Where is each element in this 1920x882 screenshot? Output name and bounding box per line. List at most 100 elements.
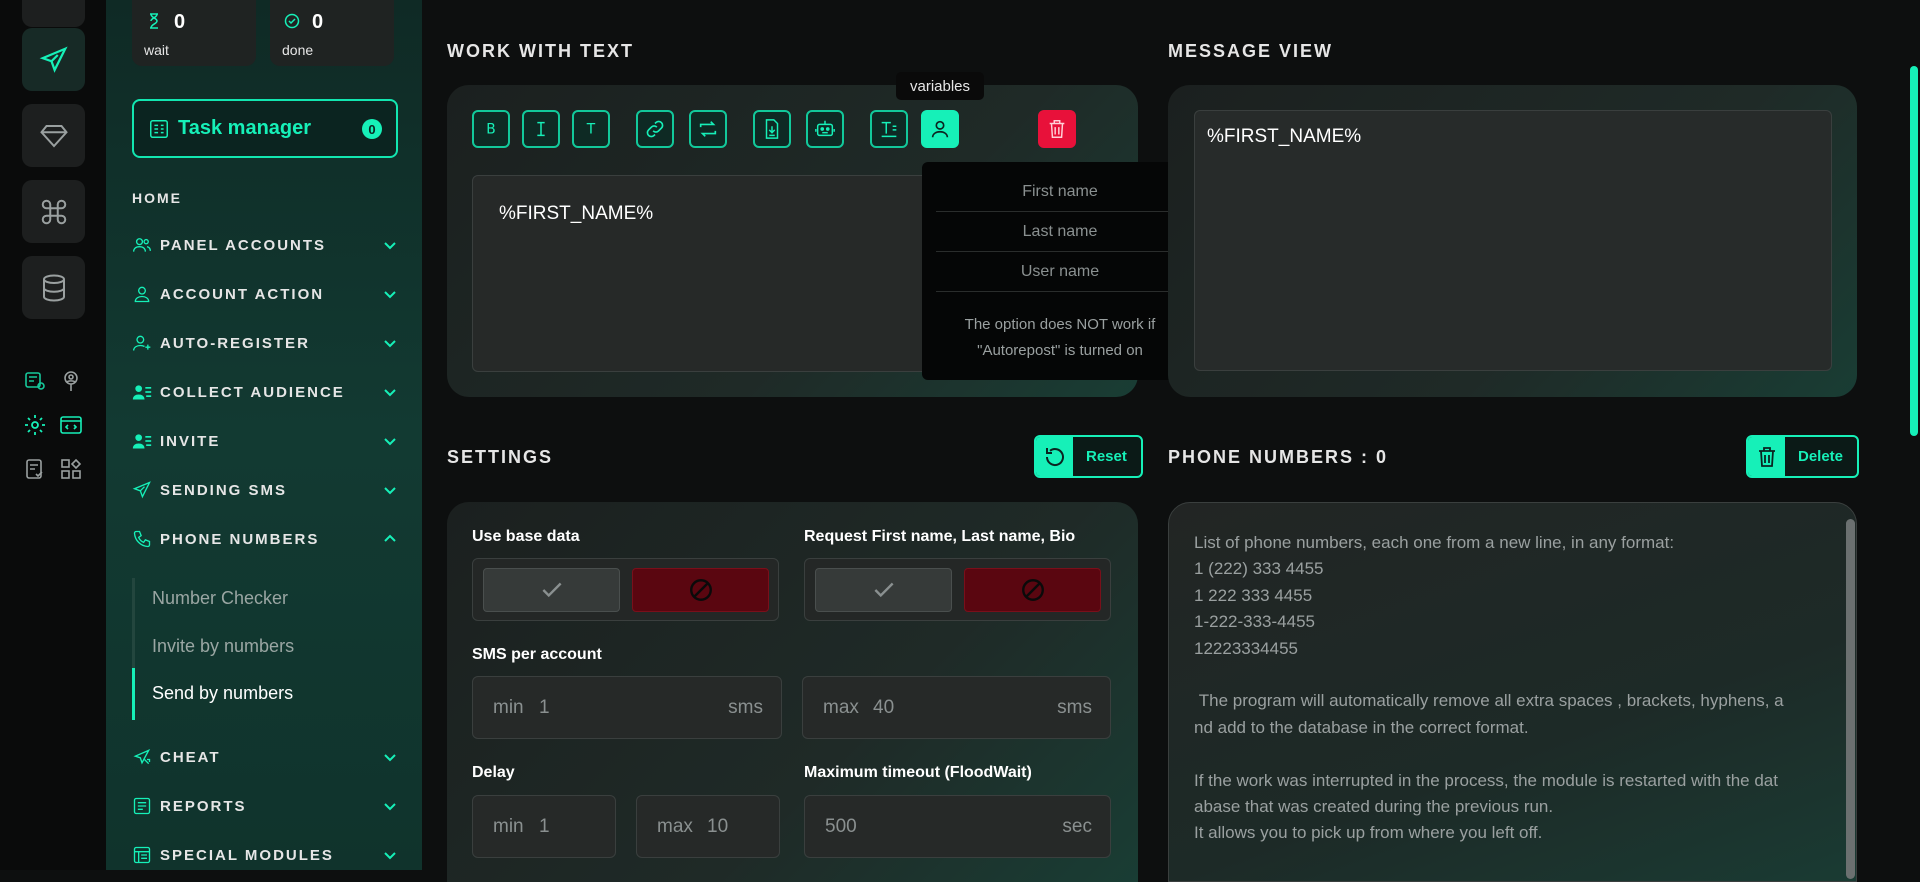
file-download-button[interactable] bbox=[753, 110, 791, 148]
delete-text-button[interactable] bbox=[1038, 110, 1076, 148]
nav-special-modules[interactable]: SPECIAL MODULES bbox=[132, 843, 398, 867]
variable-first-name[interactable]: First name bbox=[936, 172, 1184, 212]
database-icon bbox=[42, 274, 65, 302]
text-letter: T bbox=[586, 122, 596, 138]
request-names-yes[interactable] bbox=[815, 568, 952, 612]
delay-min-input[interactable]: min 1 bbox=[472, 795, 616, 858]
ban-icon bbox=[1021, 579, 1044, 601]
editor-text: %FIRST_NAME% bbox=[499, 203, 654, 224]
variables-note: The option does NOT work if "Autorepost"… bbox=[964, 316, 1156, 359]
sms-min-input[interactable]: min 1 sms bbox=[472, 676, 782, 739]
rail-gear-button[interactable] bbox=[22, 412, 48, 438]
rail-database-button[interactable] bbox=[22, 256, 85, 319]
users-icon bbox=[133, 238, 151, 252]
rail-checklist-button[interactable] bbox=[22, 456, 48, 482]
bold-letter: B bbox=[486, 122, 495, 138]
rail-user-pin-button[interactable] bbox=[58, 368, 84, 394]
done-count: 0 bbox=[312, 11, 324, 33]
repost-button[interactable] bbox=[689, 110, 727, 148]
nav-collect-audience[interactable]: COLLECT AUDIENCE bbox=[132, 380, 398, 404]
icon-rail bbox=[0, 0, 106, 870]
phone-numbers-placeholder: List of phone numbers, each one from a n… bbox=[1194, 533, 1784, 843]
delay-min-prefix: min bbox=[493, 816, 524, 837]
sms-max-prefix: max bbox=[823, 697, 859, 718]
page-scrollbar[interactable] bbox=[1910, 66, 1918, 436]
chevron-down-icon bbox=[384, 487, 396, 495]
rail-send-button[interactable] bbox=[22, 28, 85, 91]
nav-account-action[interactable]: ACCOUNT ACTION bbox=[132, 282, 398, 306]
reset-button[interactable]: Reset bbox=[1034, 435, 1143, 478]
variable-user-name[interactable]: User name bbox=[936, 252, 1184, 292]
timeout-value: 500 bbox=[825, 816, 857, 837]
rail-code-window-button[interactable] bbox=[58, 412, 84, 438]
chevron-down-icon bbox=[384, 242, 396, 250]
nav-auto-register[interactable]: AUTO-REGISTER bbox=[132, 331, 398, 355]
message-editor[interactable]: %FIRST_NAME% bbox=[472, 175, 952, 372]
sub-item-number-checker[interactable]: Number Checker bbox=[152, 588, 288, 609]
file-download-icon bbox=[765, 119, 779, 139]
bold-icon: B bbox=[486, 122, 495, 138]
task-manager-icon bbox=[150, 119, 168, 138]
nav-label: PHONE NUMBERS bbox=[160, 530, 320, 548]
sub-item-invite-by-numbers[interactable]: Invite by numbers bbox=[152, 636, 294, 657]
variables-dropdown: First name Last name User name The optio… bbox=[922, 162, 1198, 380]
nav-label: SPECIAL MODULES bbox=[160, 846, 334, 864]
task-manager-button[interactable]: Task manager 0 bbox=[132, 99, 398, 158]
nav-sending-sms[interactable]: SENDING SMS bbox=[132, 478, 398, 502]
delay-max-input[interactable]: max 10 bbox=[636, 795, 780, 858]
user-list-icon bbox=[132, 434, 152, 449]
phone-numbers-title: PHONE NUMBERS : 0 bbox=[1168, 447, 1389, 467]
text-format-button[interactable] bbox=[870, 110, 908, 148]
nav-label: SENDING SMS bbox=[160, 481, 288, 499]
sub-item-send-by-numbers[interactable]: Send by numbers bbox=[152, 683, 293, 704]
rail-diamond-button[interactable] bbox=[22, 104, 85, 167]
work-with-text-title: WORK WITH TEXT bbox=[447, 41, 634, 61]
sms-min-unit: sms bbox=[728, 697, 763, 718]
sms-min-value: 1 bbox=[539, 697, 550, 718]
request-names-no[interactable] bbox=[964, 568, 1101, 612]
use-base-data-no[interactable] bbox=[632, 568, 769, 612]
user-pin-icon bbox=[64, 371, 78, 391]
hourglass-icon bbox=[150, 13, 158, 29]
link-button[interactable] bbox=[636, 110, 674, 148]
command-icon bbox=[41, 199, 66, 224]
rail-shapes-button[interactable] bbox=[58, 456, 84, 482]
delete-numbers-button[interactable]: Delete bbox=[1746, 435, 1860, 478]
timeout-label: Maximum timeout (FloodWait) bbox=[804, 764, 1032, 781]
settings-title: SETTINGS bbox=[447, 447, 554, 467]
nav-panel-accounts[interactable]: PANEL ACCOUNTS bbox=[132, 233, 398, 257]
nav-label: ACCOUNT ACTION bbox=[160, 285, 325, 303]
robot-button[interactable] bbox=[806, 110, 844, 148]
nav-cheat[interactable]: CHEAT bbox=[132, 745, 398, 769]
variable-last-name[interactable]: Last name bbox=[936, 212, 1184, 252]
bold-button[interactable]: B bbox=[472, 110, 510, 148]
preview-text: %FIRST_NAME% bbox=[1207, 126, 1362, 147]
nav-phone-numbers[interactable]: PHONE NUMBERS bbox=[132, 527, 398, 551]
delete-label: Delete bbox=[1798, 448, 1844, 465]
delay-label: Delay bbox=[472, 764, 515, 781]
message-preview: %FIRST_NAME% bbox=[1194, 110, 1832, 371]
phone-numbers-textarea[interactable]: List of phone numbers, each one from a n… bbox=[1168, 502, 1857, 882]
use-base-data-label: Use base data bbox=[472, 528, 580, 545]
sms-max-input[interactable]: max 40 sms bbox=[802, 676, 1111, 739]
variables-button[interactable] bbox=[921, 110, 959, 148]
timeout-input[interactable]: 500 sec bbox=[804, 795, 1111, 858]
reset-label: Reset bbox=[1086, 448, 1127, 465]
nav-reports[interactable]: REPORTS bbox=[132, 794, 398, 818]
italic-icon bbox=[537, 121, 545, 137]
textarea-scrollbar[interactable] bbox=[1846, 519, 1855, 879]
italic-button[interactable] bbox=[522, 110, 560, 148]
nav-home[interactable]: HOME bbox=[132, 190, 182, 206]
nav-label: INVITE bbox=[160, 432, 221, 450]
nav-invite[interactable]: INVITE bbox=[132, 429, 398, 453]
text-button[interactable]: T bbox=[572, 110, 610, 148]
use-base-data-yes[interactable] bbox=[483, 568, 620, 612]
chevron-down-icon bbox=[384, 803, 396, 811]
rail-list-settings-button[interactable] bbox=[22, 368, 48, 394]
rail-top-button[interactable] bbox=[22, 0, 85, 27]
done-label: done bbox=[282, 42, 314, 58]
nav-label: CHEAT bbox=[160, 748, 221, 766]
chevron-down-icon bbox=[384, 340, 396, 348]
rail-command-button[interactable] bbox=[22, 180, 85, 243]
phone-icon bbox=[133, 530, 151, 548]
